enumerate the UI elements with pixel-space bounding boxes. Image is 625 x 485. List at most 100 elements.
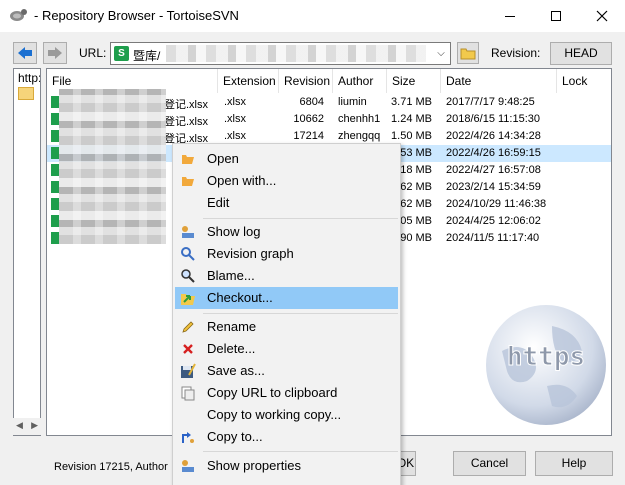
xlsx-file-icon: [51, 130, 59, 142]
menu-separator: [203, 313, 398, 314]
xlsx-file-icon: [51, 147, 59, 159]
menu-separator: [203, 451, 398, 452]
folder-icon: [460, 48, 476, 60]
rename-pencil-icon: [180, 319, 196, 335]
save-as-icon: [180, 363, 196, 379]
menu-item-copy-to[interactable]: Copy to...: [175, 426, 398, 448]
repository-tree[interactable]: http:: [13, 68, 41, 436]
revision-label: Revision:: [491, 46, 541, 60]
xlsx-file-icon: [51, 232, 59, 244]
forward-button[interactable]: [43, 42, 67, 64]
menu-item-delete[interactable]: Delete...: [175, 338, 398, 360]
blame-icon: [180, 268, 196, 284]
file-date: 2023/2/14 15:34:59: [446, 181, 541, 193]
file-date: 2017/7/17 9:48:25: [446, 96, 535, 108]
file-date: 2022/4/27 16:57:08: [446, 164, 541, 176]
file-extension: .xlsx: [224, 113, 246, 125]
menu-item-rename[interactable]: Rename: [175, 316, 398, 338]
sort-ascending-icon: ⌃: [131, 68, 140, 75]
file-date: 2022/4/26 14:34:28: [446, 130, 541, 142]
menu-item-blame[interactable]: Blame...: [175, 265, 398, 287]
context-menu: Open Open with... Edit Show log Revision…: [172, 143, 401, 485]
copy-to-icon: [180, 429, 196, 445]
file-size: 1.24 MB: [391, 113, 432, 125]
column-header-revision[interactable]: Revision: [279, 69, 333, 93]
revision-graph-icon: [180, 246, 196, 262]
file-revision: 10662: [293, 113, 324, 125]
tree-root-item[interactable]: http:: [18, 71, 40, 85]
close-button[interactable]: [579, 0, 625, 32]
file-extension: .xlsx: [224, 96, 246, 108]
file-extension: .xlsx: [224, 130, 246, 142]
file-date: 2018/6/15 11:15:30: [446, 113, 540, 125]
cancel-button[interactable]: Cancel: [453, 451, 526, 476]
menu-item-copy-url[interactable]: Copy URL to clipboard: [175, 382, 398, 404]
tortoisesvn-app-icon: [10, 9, 27, 21]
menu-item-revision-graph[interactable]: Revision graph: [175, 243, 398, 265]
file-revision: 6804: [299, 96, 324, 108]
file-author: chenhh1: [338, 113, 381, 125]
menu-item-show-log[interactable]: Show log: [175, 221, 398, 243]
arrow-right-icon: [48, 47, 62, 59]
back-button[interactable]: [13, 42, 37, 64]
arrow-left-icon: [18, 47, 32, 59]
menu-item-copy-to-working-copy[interactable]: Copy to working copy...: [175, 404, 398, 426]
menu-item-save-as[interactable]: Save as...: [175, 360, 398, 382]
xlsx-file-icon: [51, 164, 59, 176]
chevron-down-icon[interactable]: ⌵: [432, 43, 450, 64]
window-title: - Repository Browser - TortoiseSVN: [34, 8, 239, 23]
https-globe-watermark: https: [486, 305, 606, 425]
xlsx-file-icon: [51, 96, 59, 108]
file-size: 1.50 MB: [391, 130, 432, 142]
column-header-date[interactable]: Date: [441, 69, 557, 93]
xlsx-file-icon: [51, 198, 59, 210]
help-button[interactable]: Help: [535, 451, 613, 476]
head-revision-button[interactable]: HEAD: [550, 42, 612, 65]
tree-horizontal-scrollbar[interactable]: ◀ ▶: [13, 418, 41, 435]
close-icon: [596, 10, 608, 22]
column-header-size[interactable]: Size: [387, 69, 441, 93]
file-name: 登记.xlsx: [164, 116, 208, 128]
file-date: 2024/4/25 12:06:02: [446, 215, 541, 227]
file-size: 3.71 MB: [391, 96, 432, 108]
copy-url-icon: [180, 385, 196, 401]
scroll-left-icon[interactable]: ◀: [16, 420, 23, 433]
title-bar: - Repository Browser - TortoiseSVN: [0, 0, 625, 32]
xlsx-file-icon: [51, 181, 59, 193]
open-folder-icon: [180, 151, 196, 167]
checkout-icon: [180, 290, 196, 306]
menu-item-open[interactable]: Open: [175, 148, 398, 170]
folder-icon[interactable]: [18, 87, 34, 100]
file-date: 2022/4/26 16:59:15: [446, 147, 541, 159]
column-header-author[interactable]: Author: [333, 69, 387, 93]
minimize-icon: [505, 15, 515, 17]
maximize-button[interactable]: [533, 0, 579, 32]
scroll-right-icon[interactable]: ▶: [31, 420, 38, 433]
redacted-url: [166, 45, 426, 62]
menu-item-open-with[interactable]: Open with...: [175, 170, 398, 192]
menu-item-show-properties[interactable]: Show properties: [175, 455, 398, 477]
show-log-icon: [180, 224, 196, 240]
url-label: URL:: [79, 46, 107, 60]
maximize-icon: [551, 11, 561, 21]
menu-separator: [203, 218, 398, 219]
xlsx-file-icon: [51, 215, 59, 227]
url-combobox[interactable]: S 暨库/ ⌵: [110, 42, 451, 65]
browse-folder-button[interactable]: [457, 42, 479, 64]
url-value[interactable]: 暨库/: [133, 47, 160, 64]
menu-item-edit[interactable]: Edit: [175, 192, 398, 214]
file-name: 登记.xlsx: [164, 99, 208, 111]
file-author: liumin: [338, 96, 367, 108]
file-date: 2024/11/5 11:17:40: [446, 232, 540, 244]
file-revision: 17214: [293, 130, 324, 142]
minimize-button[interactable]: [487, 0, 533, 32]
properties-icon: [180, 458, 196, 474]
status-text: Revision 17215, Author: [54, 461, 168, 473]
file-author: zhengqq: [338, 130, 381, 142]
spreadsheet-icon: S: [114, 46, 129, 61]
menu-item-checkout[interactable]: Checkout...: [175, 287, 398, 309]
open-with-icon: [180, 173, 196, 189]
redacted-file-names: [59, 89, 166, 244]
column-header-extension[interactable]: Extension: [218, 69, 279, 93]
column-header-lock[interactable]: Lock: [557, 69, 611, 93]
